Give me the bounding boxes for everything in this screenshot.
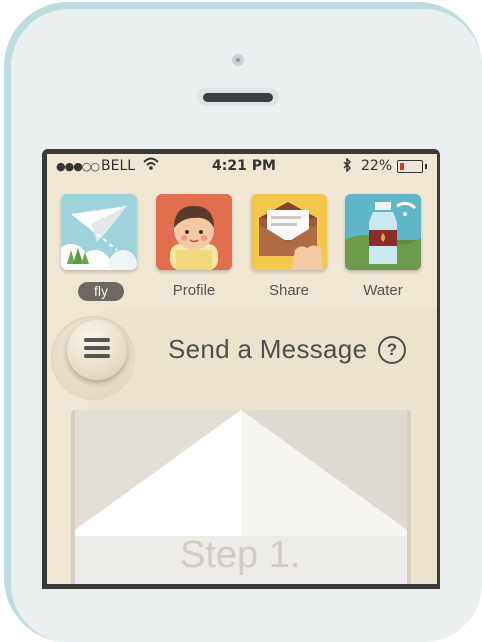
help-icon[interactable]: ? — [378, 336, 406, 364]
paper-plane-icon — [61, 194, 137, 270]
clock: 4:21 PM — [212, 158, 276, 174]
water-bottle-icon — [345, 194, 421, 270]
app-label-water: Water — [363, 282, 403, 299]
envelope-icon — [251, 194, 327, 270]
person-icon — [156, 194, 232, 270]
app-water[interactable] — [345, 194, 421, 270]
app-fly[interactable] — [61, 194, 137, 270]
hamburger-icon — [84, 338, 110, 362]
earpiece-speaker — [203, 93, 273, 102]
page-title: Send a Message — [168, 334, 368, 364]
carrier-name: BELL — [101, 158, 136, 174]
front-camera — [232, 54, 244, 66]
status-bar: ●●●○○ BELL 4:21 PM 22% — [47, 154, 437, 178]
battery-percentage: 22% — [361, 158, 393, 174]
app-profile[interactable] — [156, 194, 232, 270]
app-label-fly: fly — [78, 282, 124, 301]
step-label: Step 1. — [180, 534, 301, 576]
app-share[interactable] — [251, 194, 327, 270]
signal-strength: ●●●○○ — [56, 160, 100, 173]
battery-icon — [397, 160, 427, 173]
app-label-profile: Profile — [172, 282, 216, 299]
bluetooth-icon — [343, 157, 352, 176]
app-label-share: Share — [268, 282, 310, 299]
screen: ●●●○○ BELL 4:21 PM 22% fly Profile Share… — [47, 154, 437, 584]
wifi-icon — [143, 156, 159, 176]
